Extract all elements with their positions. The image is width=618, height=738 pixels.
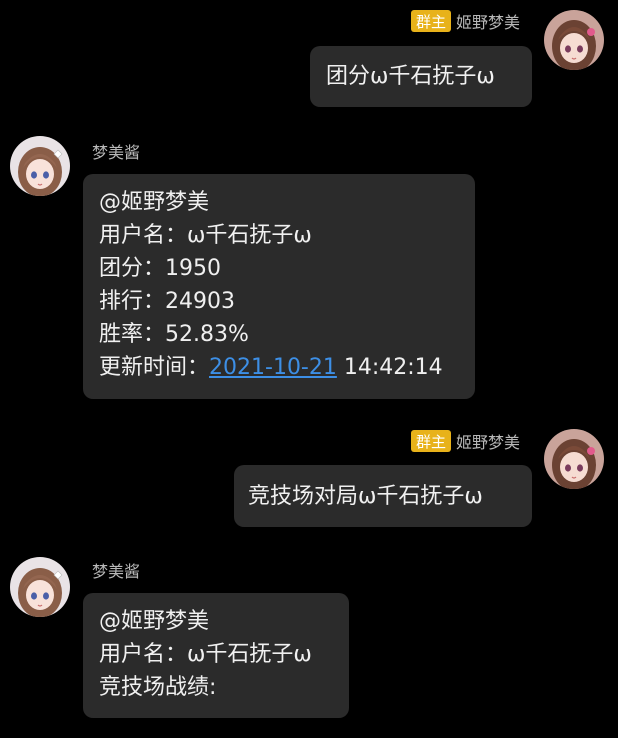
sender-name[interactable]: 梦美酱 (92, 139, 140, 163)
record-line: 竞技场战绩: (99, 675, 217, 700)
update-time: 14:42:14 (336, 355, 443, 380)
sender-name-row: 群主 姬野梦美 (410, 429, 520, 453)
winrate-line: 胜率：52.83% (99, 322, 249, 347)
anime-girl-avatar-icon (10, 557, 70, 617)
date-link[interactable]: 2021-10-21 (209, 355, 337, 380)
mention-text: @姬野梦美 (99, 190, 210, 215)
anime-girl-avatar-icon (544, 429, 604, 489)
anime-girl-avatar-icon (10, 136, 70, 196)
rank-line: 排行：24903 (99, 289, 235, 314)
message-bubble[interactable]: 竞技场对局ω千石抚子ω (234, 465, 532, 527)
owner-badge: 群主 (410, 430, 451, 452)
avatar[interactable] (544, 10, 604, 70)
sender-name[interactable]: 姬野梦美 (456, 9, 520, 33)
sender-name-row: 群主 姬野梦美 (410, 9, 520, 33)
sender-name[interactable]: 姬野梦美 (456, 429, 520, 453)
sender-name-row: 梦美酱 (92, 139, 140, 163)
message-bubble[interactable]: @姬野梦美 用户名：ω千石抚子ω 团分：1950 排行：24903 胜率：52.… (83, 174, 475, 399)
avatar[interactable] (10, 136, 70, 196)
avatar[interactable] (10, 557, 70, 617)
score-line: 团分：1950 (99, 256, 221, 281)
update-time-line: 更新时间：2021-10-21 14:42:14 (99, 351, 475, 384)
owner-badge: 群主 (410, 10, 451, 32)
message-bubble[interactable]: 团分ω千石抚子ω (310, 46, 532, 107)
avatar[interactable] (544, 429, 604, 489)
mention-text: @姬野梦美 (99, 609, 210, 634)
sender-name-row: 梦美酱 (92, 558, 140, 582)
message-text: 团分ω千石抚子ω (326, 64, 495, 89)
message-text: 竞技场对局ω千石抚子ω (248, 484, 483, 509)
username-line: 用户名：ω千石抚子ω (99, 642, 312, 667)
update-label: 更新时间： (99, 355, 210, 380)
message-bubble[interactable]: @姬野梦美 用户名：ω千石抚子ω 竞技场战绩: (83, 593, 349, 718)
username-line: 用户名：ω千石抚子ω (99, 223, 312, 248)
anime-girl-avatar-icon (544, 10, 604, 70)
sender-name[interactable]: 梦美酱 (92, 558, 140, 582)
